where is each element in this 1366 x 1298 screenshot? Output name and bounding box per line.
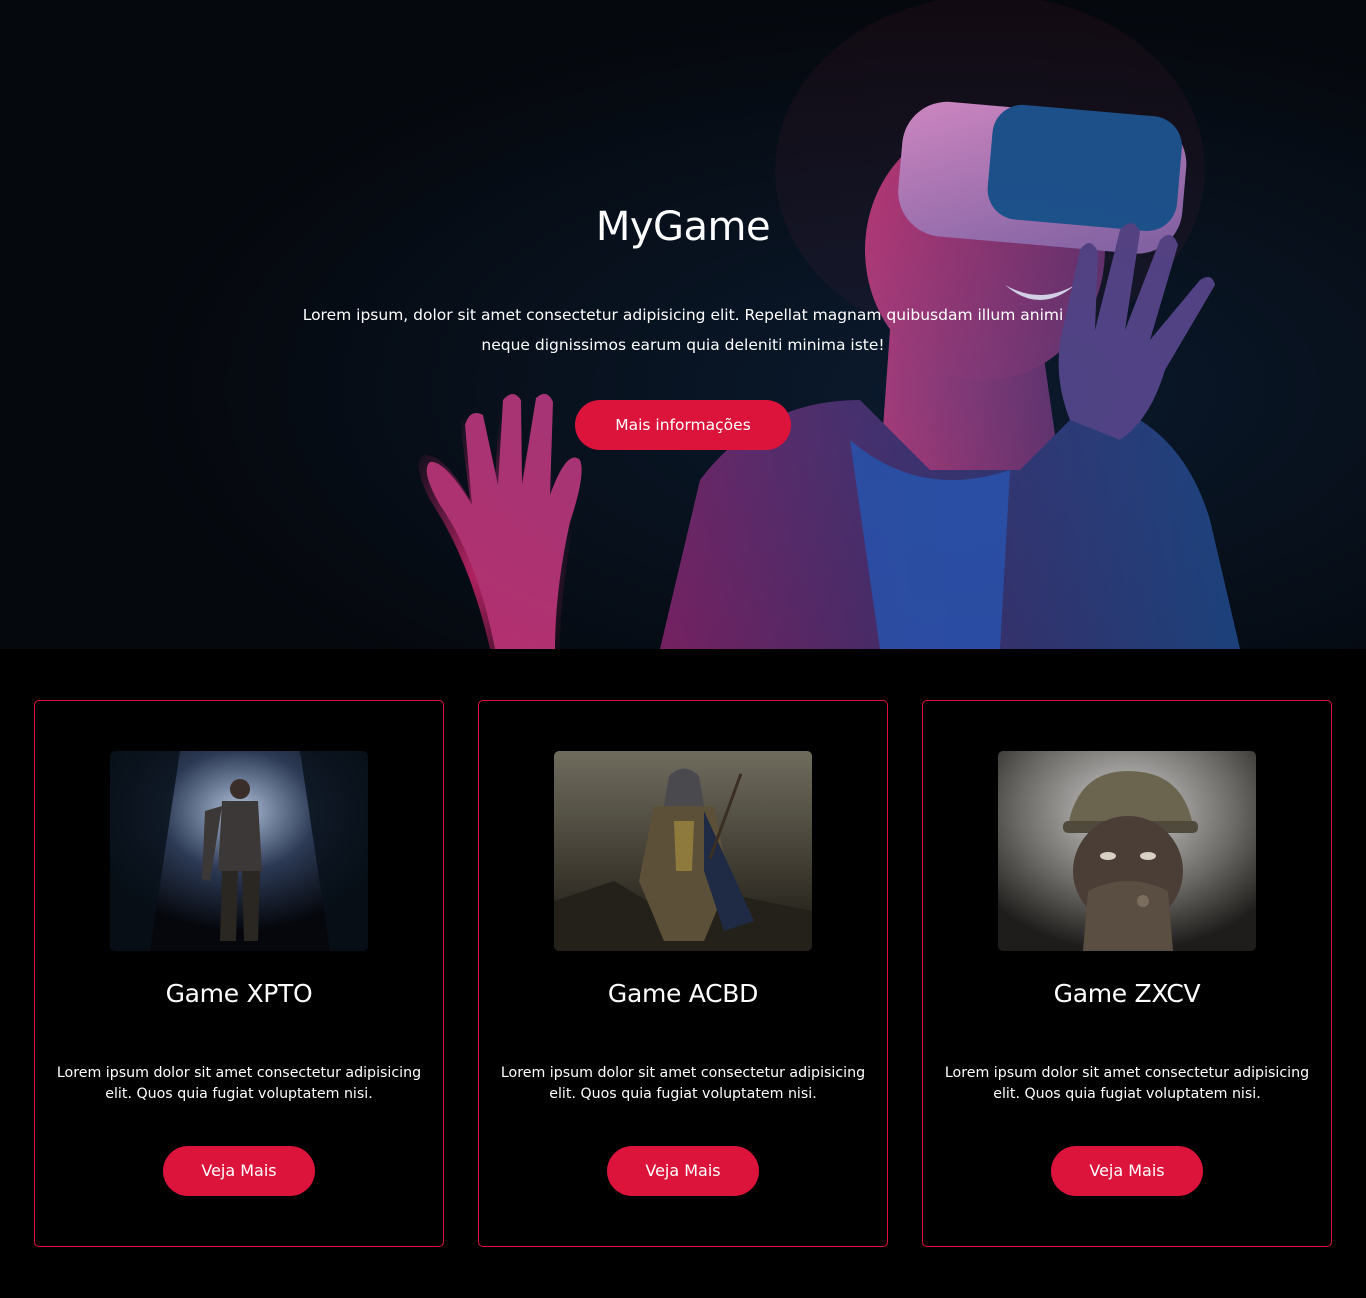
game-description: Lorem ipsum dolor sit amet consectetur a… <box>944 1065 1310 1102</box>
game-cover-image <box>554 751 812 951</box>
game-cover-image <box>110 751 368 951</box>
games-section: Game XPTO Lorem ipsum dolor sit amet con… <box>0 649 1366 1298</box>
game-description: Lorem ipsum dolor sit amet consectetur a… <box>56 1065 422 1102</box>
hero-description: Lorem ipsum, dolor sit amet consectetur … <box>302 306 1064 354</box>
game-card: Game ACBD Lorem ipsum dolor sit amet con… <box>478 700 888 1247</box>
game-description: Lorem ipsum dolor sit amet consectetur a… <box>500 1065 866 1102</box>
hero-section: MyGame Lorem ipsum, dolor sit amet conse… <box>0 0 1366 649</box>
more-info-button[interactable]: Mais informações <box>575 400 791 450</box>
game-title: Game ACBD <box>607 979 759 1008</box>
see-more-button[interactable]: Veja Mais <box>1051 1146 1203 1196</box>
game-title: Game XPTO <box>165 979 313 1008</box>
see-more-button[interactable]: Veja Mais <box>163 1146 315 1196</box>
game-card: Game XPTO Lorem ipsum dolor sit amet con… <box>34 700 444 1247</box>
see-more-button[interactable]: Veja Mais <box>607 1146 759 1196</box>
game-card: Game ZXCV Lorem ipsum dolor sit amet con… <box>922 700 1332 1247</box>
game-title: Game ZXCV <box>1053 979 1201 1008</box>
game-cover-image <box>998 751 1256 951</box>
hero-title: MyGame <box>595 204 771 250</box>
